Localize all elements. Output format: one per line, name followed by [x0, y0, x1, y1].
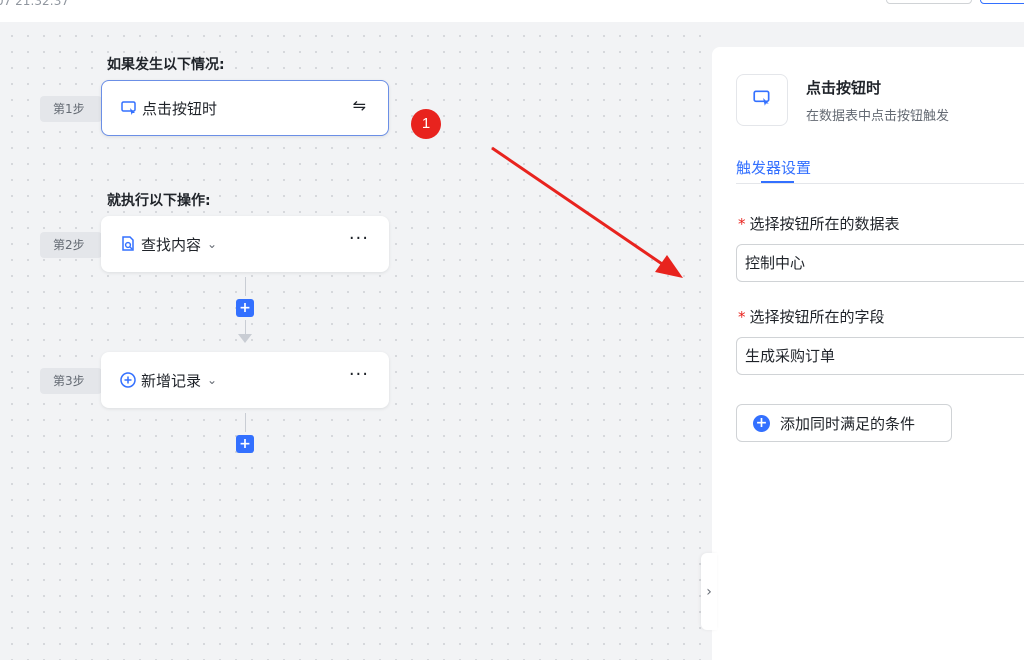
connector-line [245, 320, 246, 334]
step-3-action-card[interactable]: 新增记录 ⌄ ··· [101, 352, 389, 408]
top-primary-button[interactable] [980, 0, 1024, 4]
add-condition-label: 添加同时满足的条件 [780, 414, 916, 433]
step-2-label: 第2步 [40, 232, 102, 258]
chevron-right-icon: › [706, 583, 712, 600]
more-options-icon[interactable]: ··· [349, 364, 369, 385]
step-2-title: 查找内容 [141, 235, 202, 254]
field-select[interactable]: 生成采购订单 [736, 337, 1024, 375]
collapse-panel-button[interactable]: › [701, 553, 717, 630]
table-select-label-text: 选择按钮所在的数据表 [749, 215, 900, 233]
cursor-click-icon [120, 99, 138, 117]
step-1-label: 第1步 [40, 96, 102, 122]
add-step-button[interactable]: + [236, 435, 254, 453]
tab-active-indicator [761, 181, 794, 183]
panel-title: 点击按钮时 [806, 79, 882, 97]
panel-subtitle: 在数据表中点击按钮触发 [806, 109, 950, 124]
connector-line [245, 277, 246, 296]
tab-divider [736, 183, 1024, 184]
add-step-button[interactable]: + [236, 299, 254, 317]
step-1-title: 点击按钮时 [142, 99, 218, 118]
trigger-heading: 如果发生以下情况: [107, 57, 225, 73]
add-condition-button[interactable]: + 添加同时满足的条件 [736, 404, 952, 442]
annotation-badge: 1 [411, 109, 441, 139]
top-button[interactable] [886, 0, 972, 4]
cursor-click-icon [752, 88, 772, 112]
chevron-down-icon[interactable]: ⌄ [207, 237, 217, 251]
chevron-down-icon[interactable]: ⌄ [207, 373, 217, 387]
switch-icon[interactable]: ⇋ [353, 96, 366, 115]
required-mark: * [738, 215, 746, 233]
search-doc-icon [119, 235, 137, 253]
top-bar: 07 21:32:37 [0, 0, 1024, 22]
add-circle-icon [119, 371, 137, 389]
connector-line [245, 413, 246, 432]
step-3-label: 第3步 [40, 368, 102, 394]
trigger-settings-panel: 点击按钮时 在数据表中点击按钮触发 触发器设置 * 选择按钮所在的数据表 控制中心… [712, 47, 1024, 660]
tab-trigger-settings[interactable]: 触发器设置 [736, 157, 811, 178]
step-2-action-card[interactable]: 查找内容 ⌄ ··· [101, 216, 389, 272]
table-select-label: * 选择按钮所在的数据表 [738, 213, 900, 234]
add-circle-icon: + [753, 414, 770, 432]
action-heading: 就执行以下操作: [107, 193, 211, 209]
timestamp: 07 21:32:37 [0, 0, 69, 8]
field-select-label: * 选择按钮所在的字段 [738, 306, 885, 327]
field-select-label-text: 选择按钮所在的字段 [749, 308, 885, 326]
table-select[interactable]: 控制中心 [736, 244, 1024, 282]
step-1-trigger-card[interactable]: 点击按钮时 ⇋ [101, 80, 389, 136]
required-mark: * [738, 308, 746, 326]
more-options-icon[interactable]: ··· [349, 228, 369, 249]
step-3-title: 新增记录 [141, 371, 202, 390]
trigger-icon-box [736, 74, 788, 126]
arrow-down-icon [238, 334, 252, 343]
